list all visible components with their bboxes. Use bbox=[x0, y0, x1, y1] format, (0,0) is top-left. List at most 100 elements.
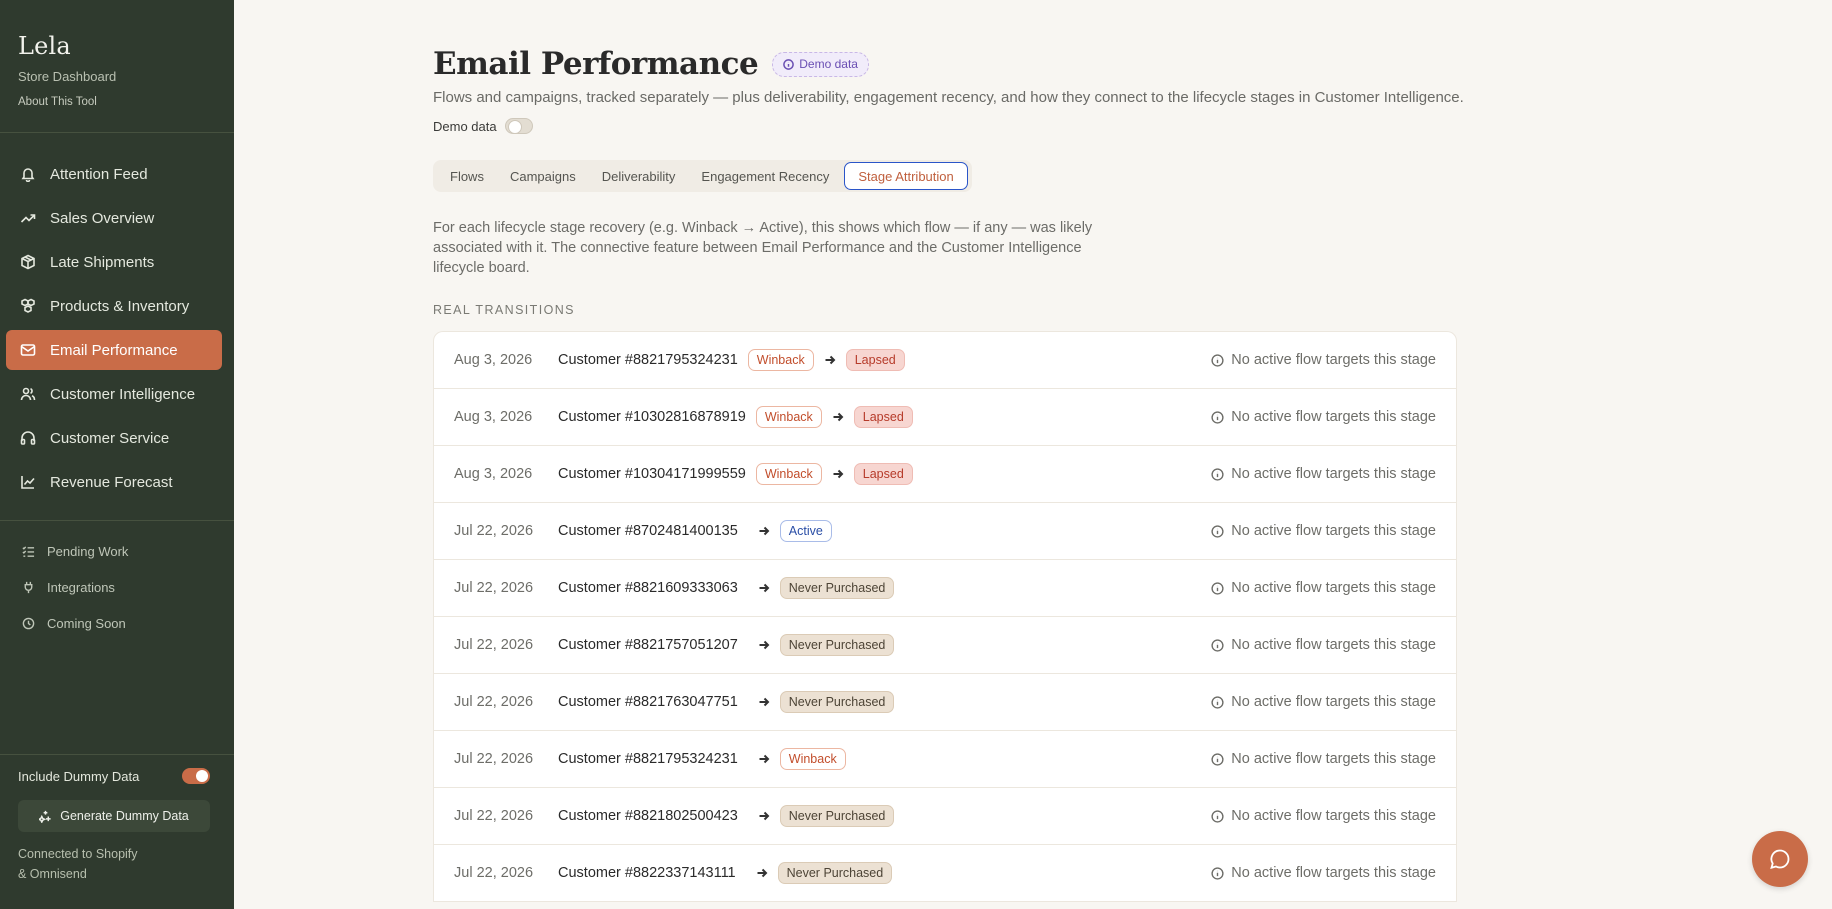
transition-date: Jul 22, 2026 bbox=[454, 808, 534, 824]
tab-stage-attribution[interactable]: Stage Attribution bbox=[844, 162, 968, 190]
attribution-note: No active flow targets this stage bbox=[1211, 674, 1436, 730]
stage-to-badge: Never Purchased bbox=[779, 691, 895, 713]
transition-date: Jul 22, 2026 bbox=[454, 580, 534, 596]
main-nav: Attention Feed Sales Overview Late Shipm… bbox=[6, 154, 222, 506]
sidebar-item-label: Products & Inventory bbox=[50, 297, 190, 315]
attribution-note-text: No active flow targets this stage bbox=[1231, 523, 1436, 539]
sidebar-item-label: Email Performance bbox=[50, 341, 178, 359]
stage-to-badge: Active bbox=[779, 520, 832, 542]
info-icon bbox=[1211, 524, 1231, 538]
sidebar-item-revenue-forecast[interactable]: Revenue Forecast bbox=[6, 462, 222, 502]
sidebar-item-customer-intelligence[interactable]: Customer Intelligence bbox=[6, 374, 222, 414]
page-title: Email Performance bbox=[433, 46, 759, 82]
table-row[interactable]: Jul 22, 2026 Customer #8702481400135 Activ… bbox=[434, 503, 1456, 560]
customer-id[interactable]: Customer #10302816878919 bbox=[558, 409, 746, 425]
tab-campaigns[interactable]: Campaigns bbox=[497, 162, 589, 190]
transition-customer-cell: Customer #8821795324231 Winback Lapsed bbox=[558, 349, 905, 371]
stage-to-badge: Never Purchased bbox=[779, 577, 895, 599]
connection-status: Connected to Shopify & Omnisend bbox=[18, 844, 210, 884]
arrow-right-icon bbox=[758, 696, 770, 708]
sidebar-item-products-inventory[interactable]: Products & Inventory bbox=[6, 286, 222, 326]
users-icon bbox=[20, 386, 36, 402]
customer-id[interactable]: Customer #8821795324231 bbox=[558, 751, 738, 767]
sidebar-item-attention-feed[interactable]: Attention Feed bbox=[6, 154, 222, 194]
tab-deliverability[interactable]: Deliverability bbox=[589, 162, 689, 190]
connection-line-2: & Omnisend bbox=[18, 867, 87, 881]
plug-icon bbox=[22, 581, 35, 594]
tab-flows[interactable]: Flows bbox=[437, 162, 497, 190]
transition-customer-cell: Customer #8821795324231 Winback bbox=[558, 748, 846, 770]
table-row[interactable]: Jul 22, 2026 Customer #8821757051207 Never… bbox=[434, 617, 1456, 674]
sidebar-item-coming-soon[interactable]: Coming Soon bbox=[6, 607, 222, 639]
attribution-note-text: No active flow targets this stage bbox=[1231, 808, 1436, 824]
stage-to-badge: Winback bbox=[779, 748, 846, 770]
info-icon bbox=[1211, 410, 1231, 424]
sidebar-item-customer-service[interactable]: Customer Service bbox=[6, 418, 222, 458]
customer-id[interactable]: Customer #8822337143111 bbox=[558, 865, 736, 881]
attribution-note: No active flow targets this stage bbox=[1211, 560, 1436, 616]
trending-up-icon bbox=[20, 210, 36, 226]
customer-id[interactable]: Customer #8821609333063 bbox=[558, 580, 738, 596]
arrow-right-icon bbox=[824, 354, 836, 366]
attribution-note-text: No active flow targets this stage bbox=[1231, 409, 1436, 425]
transition-customer-cell: Customer #10302816878919 Winback Lapsed bbox=[558, 406, 913, 428]
table-row[interactable]: Aug 3, 2026 Customer #10304171999559 Winba… bbox=[434, 446, 1456, 503]
sidebar-item-integrations[interactable]: Integrations bbox=[6, 571, 222, 603]
brand-subtitle: Store Dashboard bbox=[18, 69, 117, 84]
chat-button[interactable] bbox=[1752, 831, 1808, 887]
stage-from-badge: Winback bbox=[755, 463, 822, 485]
customer-id[interactable]: Customer #8821757051207 bbox=[558, 637, 738, 653]
customer-id[interactable]: Customer #8821802500423 bbox=[558, 808, 738, 824]
sidebar-item-label: Revenue Forecast bbox=[50, 473, 173, 491]
generate-dummy-data-button[interactable]: Generate Dummy Data bbox=[18, 800, 210, 832]
sidebar: Lela Store Dashboard About This Tool Att… bbox=[0, 0, 234, 909]
customer-id[interactable]: Customer #8821763047751 bbox=[558, 694, 738, 710]
transition-date: Aug 3, 2026 bbox=[454, 466, 533, 482]
demo-data-toggle[interactable] bbox=[504, 118, 533, 134]
sidebar-item-pending-work[interactable]: Pending Work bbox=[6, 535, 222, 567]
include-dummy-toggle[interactable] bbox=[182, 768, 210, 784]
page-subtitle: Flows and campaigns, tracked separately … bbox=[433, 89, 1464, 106]
headphones-icon bbox=[20, 430, 36, 446]
transition-date: Jul 22, 2026 bbox=[454, 751, 534, 767]
transition-date: Jul 22, 2026 bbox=[454, 637, 534, 653]
clock-icon bbox=[22, 617, 35, 630]
arrow-right-icon bbox=[758, 639, 770, 651]
attribution-note-text: No active flow targets this stage bbox=[1231, 694, 1436, 710]
transition-customer-cell: Customer #8822337143111 Never Purchased bbox=[558, 862, 893, 884]
brand: Lela Store Dashboard About This Tool bbox=[18, 32, 116, 108]
stage-to-badge: Lapsed bbox=[853, 463, 913, 485]
stage-to-badge: Lapsed bbox=[853, 406, 913, 428]
table-row[interactable]: Jul 22, 2026 Customer #8821609333063 Never… bbox=[434, 560, 1456, 617]
table-row[interactable]: Jul 22, 2026 Customer #8821795324231 Winba… bbox=[434, 731, 1456, 788]
customer-id[interactable]: Customer #8821795324231 bbox=[558, 352, 738, 368]
tab-engagement-recency[interactable]: Engagement Recency bbox=[688, 162, 842, 190]
table-row[interactable]: Aug 3, 2026 Customer #8821795324231 Winbac… bbox=[434, 332, 1456, 389]
demo-data-badge-label: Demo data bbox=[799, 57, 858, 71]
arrow-right-icon bbox=[758, 525, 770, 537]
attribution-note: No active flow targets this stage bbox=[1211, 788, 1436, 844]
table-row[interactable]: Jul 22, 2026 Customer #8822337143111 Never… bbox=[434, 845, 1456, 902]
sidebar-item-sales-overview[interactable]: Sales Overview bbox=[6, 198, 222, 238]
transition-customer-cell: Customer #8821609333063 Never Purchased bbox=[558, 577, 895, 599]
attribution-note-text: No active flow targets this stage bbox=[1231, 865, 1436, 881]
package-icon bbox=[20, 254, 36, 270]
transition-date: Aug 3, 2026 bbox=[454, 352, 533, 368]
table-row[interactable]: Jul 22, 2026 Customer #8821763047751 Never… bbox=[434, 674, 1456, 731]
arrow-right-icon bbox=[832, 411, 844, 423]
sidebar-item-label: Pending Work bbox=[47, 543, 129, 559]
customer-id[interactable]: Customer #10304171999559 bbox=[558, 466, 746, 482]
secondary-nav: Pending Work Integrations Coming Soon bbox=[6, 535, 222, 643]
sidebar-item-label: Customer Service bbox=[50, 429, 170, 447]
info-icon bbox=[1211, 581, 1231, 595]
sidebar-item-late-shipments[interactable]: Late Shipments bbox=[6, 242, 222, 282]
customer-id[interactable]: Customer #8702481400135 bbox=[558, 523, 738, 539]
table-row[interactable]: Jul 22, 2026 Customer #8821802500423 Never… bbox=[434, 788, 1456, 845]
sidebar-item-email-performance[interactable]: Email Performance bbox=[6, 330, 222, 370]
stage-to-badge: Lapsed bbox=[845, 349, 905, 371]
include-dummy-row: Include Dummy Data bbox=[18, 768, 210, 784]
table-row[interactable]: Aug 3, 2026 Customer #10302816878919 Winba… bbox=[434, 389, 1456, 446]
brand-name[interactable]: Lela bbox=[18, 32, 116, 60]
transitions-table: Aug 3, 2026 Customer #8821795324231 Winbac… bbox=[433, 331, 1457, 902]
about-link[interactable]: About This Tool bbox=[18, 96, 116, 108]
